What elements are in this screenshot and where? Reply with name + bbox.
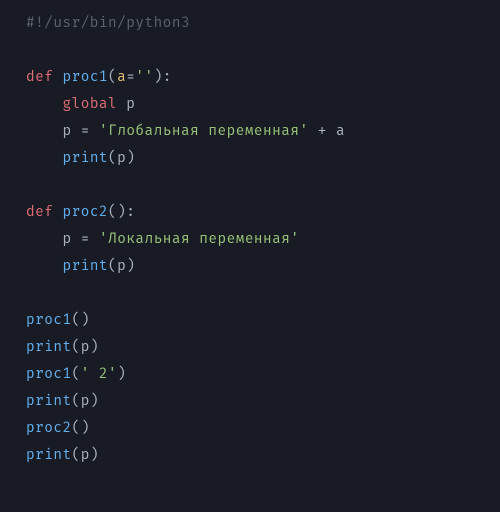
rparen: ) (117, 366, 126, 383)
string-arg: ' 2' (81, 366, 117, 383)
builtin-print: print (62, 258, 108, 275)
indent (26, 231, 62, 248)
call-proc1: proc1 (26, 312, 72, 329)
rparen: ) (81, 420, 90, 437)
var-p: p (117, 150, 126, 167)
string-global: 'Глобальная переменная' (99, 123, 309, 140)
lparen: ( (72, 366, 81, 383)
space (90, 123, 99, 140)
rparen: ): (117, 204, 135, 221)
indent (26, 123, 62, 140)
rparen: ) (90, 447, 99, 464)
lparen: ( (108, 69, 117, 86)
code-line[interactable]: #!/usr/bin/python3 (0, 10, 500, 37)
space (72, 123, 81, 140)
rparen: ) (126, 258, 135, 275)
rparen: ): (154, 69, 172, 86)
var-a: a (336, 123, 345, 140)
space (90, 231, 99, 248)
builtin-print: print (62, 150, 108, 167)
code-line-blank[interactable] (0, 37, 500, 64)
builtin-print: print (26, 393, 72, 410)
var-p: p (81, 393, 90, 410)
code-line[interactable]: p = 'Глобальная переменная' + a (0, 118, 500, 145)
indent (26, 96, 62, 113)
code-line[interactable]: def proc1(a=''): (0, 64, 500, 91)
keyword-def: def (26, 204, 62, 221)
call-proc1: proc1 (26, 366, 72, 383)
lparen: ( (72, 312, 81, 329)
code-editor[interactable]: #!/usr/bin/python3 def proc1(a=''): glob… (0, 0, 500, 469)
keyword-global: global (62, 96, 126, 113)
rparen: ) (81, 312, 90, 329)
rparen: ) (126, 150, 135, 167)
string-default: '' (135, 69, 153, 86)
lparen: ( (72, 393, 81, 410)
var-p: p (81, 447, 90, 464)
space (309, 123, 318, 140)
rparen: ) (90, 339, 99, 356)
code-line[interactable]: print(p) (0, 334, 500, 361)
param-a: a (117, 69, 126, 86)
builtin-print: print (26, 447, 72, 464)
keyword-def: def (26, 69, 62, 86)
string-local: 'Локальная переменная' (99, 231, 300, 248)
rparen: ) (90, 393, 99, 410)
code-line[interactable]: def proc2(): (0, 199, 500, 226)
var-p: p (62, 231, 71, 248)
var-p: p (117, 258, 126, 275)
var-p: p (62, 123, 71, 140)
space (327, 123, 336, 140)
code-line[interactable]: print(p) (0, 145, 500, 172)
code-line[interactable]: proc1(' 2') (0, 361, 500, 388)
call-proc2: proc2 (26, 420, 72, 437)
op-plus: + (318, 123, 327, 140)
lparen: ( (72, 420, 81, 437)
lparen: ( (108, 150, 117, 167)
lparen: ( (108, 204, 117, 221)
code-line-blank[interactable] (0, 280, 500, 307)
indent (26, 150, 62, 167)
indent (26, 258, 62, 275)
space (72, 231, 81, 248)
op-assign: = (81, 231, 90, 248)
code-line[interactable]: proc2() (0, 415, 500, 442)
func-name-proc2: proc2 (62, 204, 108, 221)
shebang-comment: #!/usr/bin/python3 (26, 15, 190, 32)
func-name-proc1: proc1 (62, 69, 108, 86)
var-p: p (126, 96, 135, 113)
code-line-blank[interactable] (0, 172, 500, 199)
lparen: ( (72, 447, 81, 464)
code-line[interactable]: proc1() (0, 307, 500, 334)
code-line[interactable]: print(p) (0, 442, 500, 469)
code-line[interactable]: print(p) (0, 253, 500, 280)
builtin-print: print (26, 339, 72, 356)
code-line[interactable]: p = 'Локальная переменная' (0, 226, 500, 253)
lparen: ( (108, 258, 117, 275)
var-p: p (81, 339, 90, 356)
code-line[interactable]: print(p) (0, 388, 500, 415)
lparen: ( (72, 339, 81, 356)
op-assign: = (81, 123, 90, 140)
code-line[interactable]: global p (0, 91, 500, 118)
